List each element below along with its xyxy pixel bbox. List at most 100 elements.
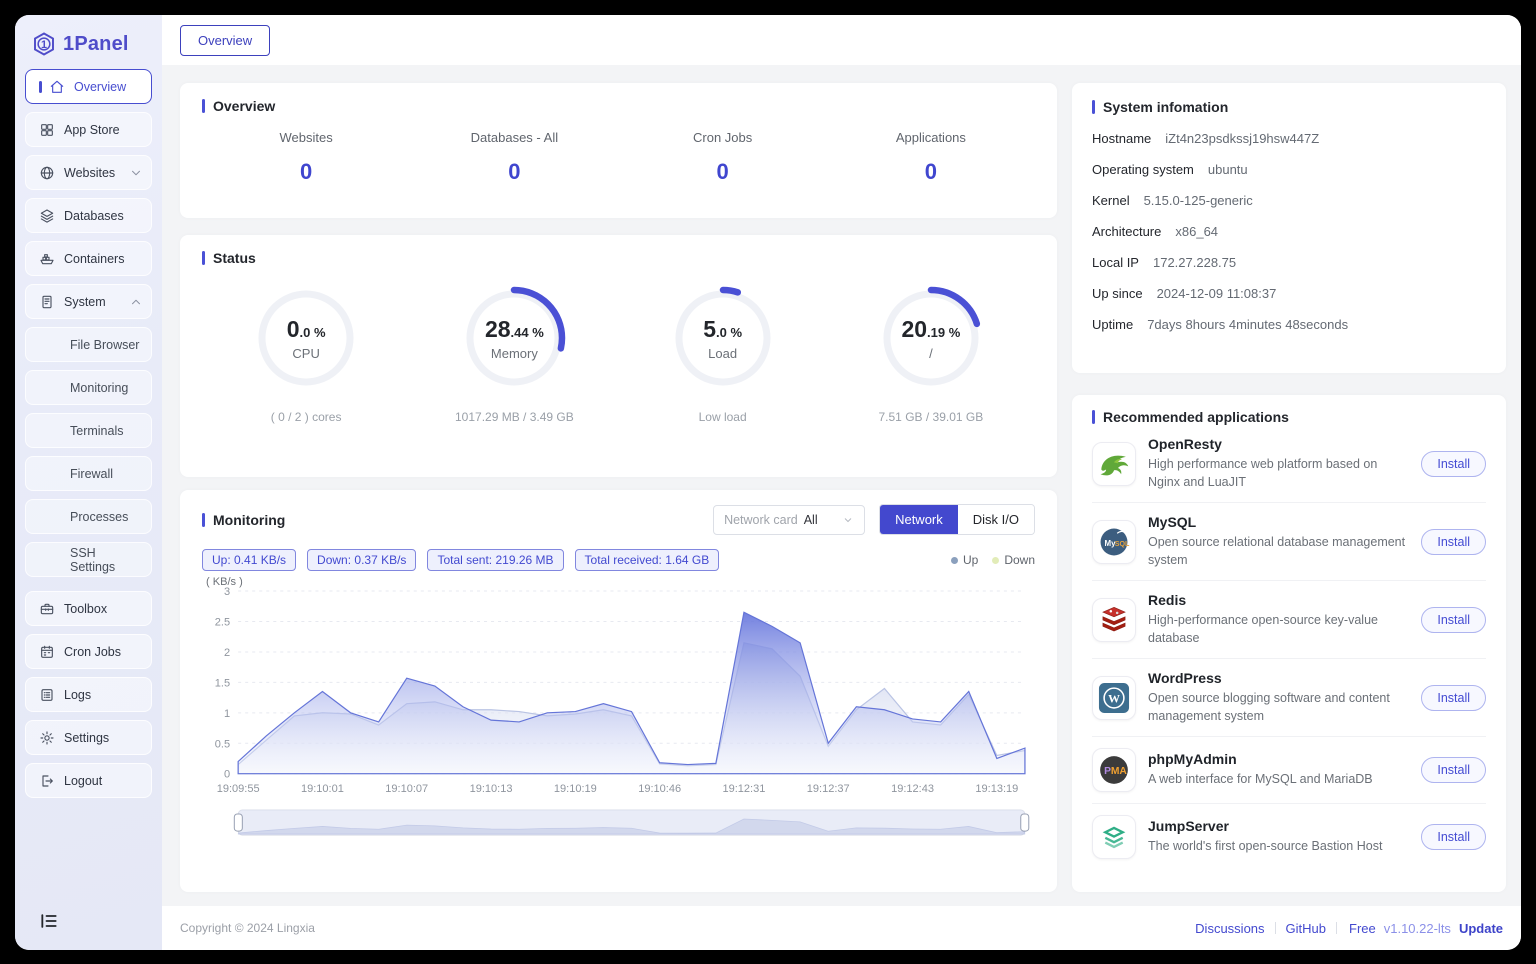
- sidebar-item-label: Firewall: [70, 466, 114, 481]
- sidebar-item-overview[interactable]: Overview: [25, 69, 152, 104]
- install-button-jumpserver[interactable]: Install: [1421, 824, 1486, 850]
- overview-card-title: Overview: [202, 98, 1035, 114]
- stat-value: 0: [508, 159, 521, 184]
- chevron-down-icon: [129, 166, 143, 180]
- update-link[interactable]: Update: [1459, 921, 1503, 936]
- sidebar-item-file-browser[interactable]: File Browser: [25, 327, 152, 362]
- overview-card: Overview Websites 0 Databases - All 0 Cron J…: [180, 83, 1057, 218]
- sidebar-item-monitoring[interactable]: Monitoring: [25, 370, 152, 405]
- copyright-text: Copyright © 2024 Lingxia: [180, 921, 315, 935]
- sidebar-item-websites[interactable]: Websites: [25, 155, 152, 190]
- redis-icon: [1092, 597, 1136, 642]
- title-accent-bar: [202, 99, 205, 113]
- logout-icon: [39, 773, 55, 789]
- brush-handle-right[interactable]: [1020, 813, 1030, 832]
- topbar: Overview: [162, 15, 1521, 65]
- sidebar-item-ssh-settings[interactable]: SSH Settings: [25, 542, 152, 577]
- container-ship-icon: [39, 251, 55, 267]
- sidebar-item-logs[interactable]: Logs: [25, 677, 152, 712]
- gauge-memory: 28.44 % Memory 1017.29 MB / 3.49 GB: [410, 286, 618, 424]
- app-window: 1 1Panel Overview App Store Websites Databa…: [15, 15, 1521, 950]
- install-button-redis[interactable]: Install: [1421, 606, 1486, 633]
- legend-item-up[interactable]: Up: [950, 553, 978, 567]
- svg-text:19:10:07: 19:10:07: [385, 783, 428, 795]
- sidebar-item-label: Processes: [70, 509, 129, 524]
- svg-text:1.5: 1.5: [215, 677, 230, 689]
- jumpserver-icon: [1092, 815, 1136, 859]
- chart-zoom-brush[interactable]: [202, 808, 1035, 838]
- network-chart: 0 0.5 1 1.5 2 2.5 3( KB/s ) 19:09:55 19:10:01 19:…: [202, 575, 1035, 838]
- network-card-select[interactable]: Network card All: [713, 504, 866, 535]
- legend-item-down[interactable]: Down: [992, 553, 1035, 567]
- svg-text:19:10:19: 19:10:19: [554, 783, 597, 795]
- gauge-label: /: [929, 345, 933, 361]
- app-row-openresty: OpenResty High performance web platform b…: [1092, 425, 1486, 503]
- monitoring-card: Monitoring Network card All Network Disk…: [180, 490, 1057, 892]
- install-button-openresty[interactable]: Install: [1421, 450, 1486, 477]
- info-value: iZt4n23psdkssj19hsw447Z: [1165, 131, 1320, 146]
- sidebar-item-app-store[interactable]: App Store: [25, 112, 152, 147]
- stat-databases-all: Databases - All 0: [410, 130, 618, 185]
- monitoring-controls: Network card All Network Disk I/O: [713, 504, 1035, 535]
- info-value: 2024-12-09 11:08:37: [1156, 286, 1277, 301]
- system-info-title: System infomation: [1092, 99, 1486, 115]
- sidebar-item-label: Containers: [64, 251, 125, 266]
- sidebar-item-label: Logs: [64, 687, 92, 702]
- info-value: 172.27.228.75: [1152, 255, 1237, 270]
- disk-io-toggle-button[interactable]: Disk I/O: [957, 505, 1034, 534]
- app-description: The world's first open-source Bastion Ho…: [1148, 839, 1383, 854]
- sidebar-item-label: Toolbox: [64, 601, 108, 616]
- network-chart-plot: 00.511.522.53( KB/s )19:09:55 19:10:01 19:…: [206, 576, 1026, 795]
- svg-text:1: 1: [41, 39, 47, 51]
- network-toggle-button[interactable]: Network: [880, 505, 958, 534]
- divider: [1274, 922, 1276, 934]
- system-info-card: System infomation Hostname iZt4n23psdkssj…: [1072, 83, 1506, 373]
- svg-text:19:13:19: 19:13:19: [975, 783, 1018, 795]
- info-label: Uptime: [1092, 317, 1134, 332]
- traffic-badge: Up: 0.41 KB/s: [202, 549, 297, 571]
- svg-text:0: 0: [224, 769, 230, 781]
- sidebar-item-logout[interactable]: Logout: [25, 763, 152, 798]
- app-name: phpMyAdmin: [1148, 751, 1237, 768]
- home-icon: [49, 79, 65, 95]
- brush-handle-left[interactable]: [233, 813, 243, 832]
- gauge-ring: 0.0 % CPU: [254, 286, 358, 390]
- title-accent-bar: [202, 512, 205, 527]
- svg-text:19:12:31: 19:12:31: [723, 783, 766, 795]
- gauge-value: 0.0 %: [286, 315, 326, 342]
- install-button-phpmyadmin[interactable]: Install: [1421, 757, 1486, 783]
- svg-text:19:10:13: 19:10:13: [470, 783, 513, 795]
- sidebar-item-firewall[interactable]: Firewall: [25, 456, 152, 491]
- svg-text:( KB/s ): ( KB/s ): [206, 576, 243, 588]
- sidebar-item-label: File Browser: [70, 337, 140, 352]
- system-info-rows: Hostname iZt4n23psdkssj19hsw447Z Operating…: [1092, 131, 1486, 332]
- install-button-mysql[interactable]: Install: [1421, 528, 1486, 555]
- gauge-label: Load: [708, 345, 738, 361]
- sidebar-item-label: Cron Jobs: [64, 644, 121, 659]
- app-row-mysql: My SQL MySQL Open source relational databas…: [1092, 503, 1486, 581]
- sidebar-item-processes[interactable]: Processes: [25, 499, 152, 534]
- divider: [1336, 922, 1337, 934]
- sidebar-item-containers[interactable]: Containers: [25, 241, 152, 276]
- tab-overview[interactable]: Overview: [180, 24, 271, 56]
- stat-label: Databases - All: [470, 130, 559, 145]
- footer-link-discussions[interactable]: Discussions: [1195, 921, 1264, 936]
- brand-logo: 1 1Panel: [31, 31, 150, 57]
- install-button-wordpress[interactable]: Install: [1421, 684, 1486, 711]
- sidebar-item-terminals[interactable]: Terminals: [25, 413, 152, 448]
- info-row-hostname: Hostname iZt4n23psdkssj19hsw447Z: [1092, 131, 1486, 146]
- collapse-sidebar-icon[interactable]: [39, 911, 59, 936]
- footer-link-github[interactable]: GitHub: [1286, 921, 1326, 936]
- active-indicator: [39, 80, 42, 93]
- sidebar-item-label: App Store: [64, 122, 120, 137]
- sidebar-item-databases[interactable]: Databases: [25, 198, 152, 233]
- gauge-detail: ( 0 / 2 ) cores: [270, 410, 342, 424]
- sidebar-item-system[interactable]: System: [25, 284, 152, 319]
- svg-text:19:10:01: 19:10:01: [301, 783, 344, 795]
- left-column: Overview Websites 0 Databases - All 0 Cron J…: [180, 83, 1057, 906]
- layers-icon: [39, 208, 55, 224]
- svg-text:SQL: SQL: [1115, 539, 1130, 547]
- sidebar-item-settings[interactable]: Settings: [25, 720, 152, 755]
- sidebar-item-toolbox[interactable]: Toolbox: [25, 591, 152, 626]
- sidebar-item-cron-jobs[interactable]: Cron Jobs: [25, 634, 152, 669]
